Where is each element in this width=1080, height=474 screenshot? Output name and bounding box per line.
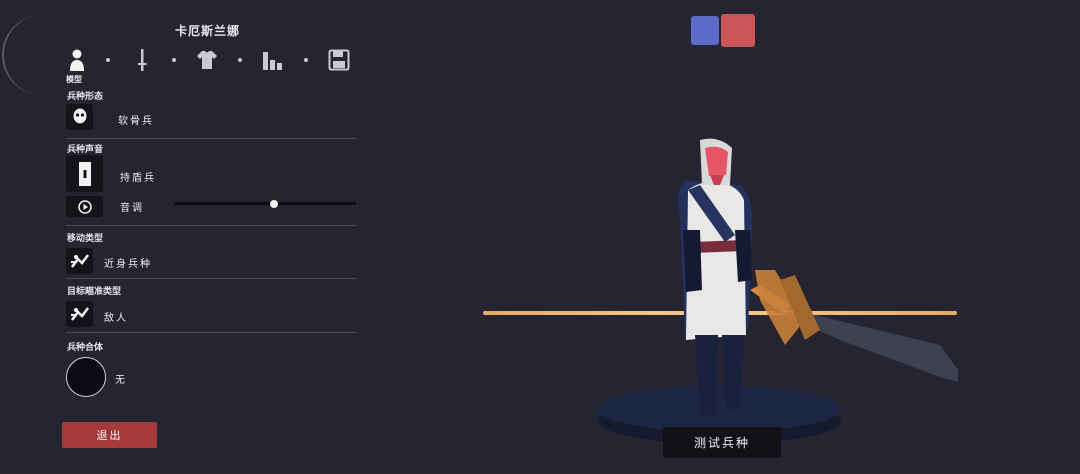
- tab-separator-dot: [304, 58, 308, 62]
- unit-form-icon-button[interactable]: [66, 104, 93, 130]
- tab-separator-dot: [172, 58, 176, 62]
- unit-combo-slot[interactable]: [66, 357, 106, 397]
- unit-combo-label: 兵种合体: [67, 343, 104, 353]
- pitch-slider[interactable]: [174, 199, 356, 208]
- section-divider: [66, 332, 357, 333]
- tab-separator-dot: [106, 58, 110, 62]
- tab-model-label: 模型: [66, 75, 82, 84]
- melee-icon: [70, 254, 89, 268]
- play-voice-button[interactable]: [66, 196, 103, 217]
- tab-separator-dot: [238, 58, 242, 62]
- unit-combo-value: 无: [115, 375, 127, 386]
- unit-model-preview[interactable]: [640, 130, 970, 430]
- unit-voice-value: 持盾兵: [120, 173, 156, 184]
- target-type-icon-button[interactable]: [66, 301, 93, 327]
- stats-icon[interactable]: [262, 48, 284, 72]
- shirt-icon[interactable]: [196, 48, 218, 72]
- pitch-slider-handle[interactable]: [270, 199, 279, 208]
- section-divider: [66, 278, 357, 279]
- editor-tabs: 模型: [66, 46, 366, 86]
- unit-form-label: 兵种形态: [67, 92, 104, 102]
- unit-voice-label: 兵种声音: [67, 145, 104, 155]
- play-icon: [77, 199, 92, 214]
- section-divider: [66, 225, 357, 226]
- save-icon[interactable]: [328, 48, 350, 72]
- movement-type-icon-button[interactable]: [66, 248, 93, 274]
- movement-type-value: 近身兵种: [104, 259, 152, 270]
- unit-name-title: 卡厄斯兰娜: [174, 24, 240, 38]
- unit-form-value: 软骨兵: [118, 116, 154, 127]
- sword-icon[interactable]: [132, 48, 154, 72]
- target-type-value: 敌人: [104, 313, 128, 324]
- test-unit-button[interactable]: 测试兵种: [663, 427, 781, 458]
- unit-voice-icon-button[interactable]: [66, 155, 103, 192]
- shield-icon: [78, 161, 91, 186]
- exit-button[interactable]: 退出: [62, 422, 157, 448]
- person-icon[interactable]: [67, 48, 89, 72]
- movement-type-label: 移动类型: [67, 234, 104, 244]
- target-type-label: 目标瞄准类型: [67, 287, 122, 297]
- mask-icon: [73, 108, 86, 124]
- target-enemy-icon: [70, 307, 89, 321]
- pitch-label: 音调: [120, 203, 144, 214]
- team-red-button[interactable]: [721, 14, 755, 47]
- section-divider: [66, 138, 357, 139]
- unit-editor-panel: 卡厄斯兰娜 模型 兵种形态 软骨兵 兵种声音 持盾兵 音调 移动类型 近身兵种 …: [0, 0, 380, 474]
- team-blue-button[interactable]: [691, 16, 719, 45]
